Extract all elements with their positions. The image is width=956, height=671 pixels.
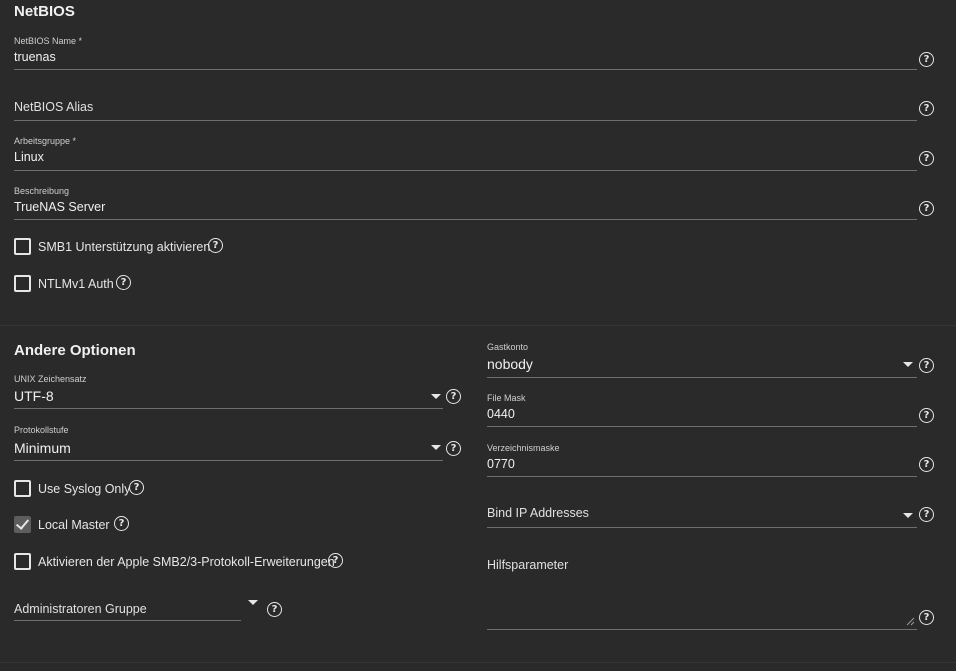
help-circle-icon[interactable]: ?	[919, 358, 934, 373]
guest-account-select[interactable]: nobody	[487, 356, 533, 372]
filemask-label: File Mask	[487, 393, 526, 403]
help-circle-icon[interactable]: ?	[446, 389, 461, 404]
help-circle-icon[interactable]: ?	[919, 201, 934, 216]
charset-select[interactable]: UTF-8	[14, 388, 54, 404]
dropdown-arrow-icon[interactable]	[248, 600, 258, 605]
help-circle-icon[interactable]: ?	[919, 52, 934, 67]
netbios-alias-underline	[14, 120, 917, 121]
netbios-name-label: NetBIOS Name *	[14, 36, 83, 46]
admin-group-underline	[14, 620, 241, 621]
help-circle-icon[interactable]: ?	[919, 101, 934, 116]
guest-account-label: Gastkonto	[487, 342, 529, 352]
dropdown-arrow-icon[interactable]	[431, 445, 441, 450]
localmaster-checkbox[interactable]	[14, 516, 31, 533]
help-circle-icon[interactable]: ?	[919, 610, 934, 625]
guest-account-underline	[487, 377, 917, 378]
dirmask-label: Verzeichnismaske	[487, 443, 560, 453]
description-input[interactable]: TrueNAS Server	[14, 200, 105, 214]
charset-label: UNIX Zeichensatz	[14, 374, 87, 384]
dirmask-input[interactable]: 0770	[487, 457, 515, 471]
description-underline	[14, 219, 917, 220]
help-circle-icon[interactable]: ?	[919, 151, 934, 166]
smb1-checkbox[interactable]	[14, 238, 31, 255]
netbios-alias-input[interactable]: NetBIOS Alias	[14, 100, 93, 114]
workgroup-underline	[14, 170, 917, 171]
help-circle-icon[interactable]: ?	[114, 516, 129, 531]
bind-ip-select[interactable]: Bind IP Addresses	[487, 506, 589, 520]
workgroup-label: Arbeitsgruppe *	[14, 136, 77, 146]
help-circle-icon[interactable]: ?	[919, 408, 934, 423]
netbios-name-input[interactable]: truenas	[14, 50, 56, 64]
admin-group-input[interactable]: Administratoren Gruppe	[14, 602, 147, 616]
resize-handle-icon[interactable]	[906, 617, 915, 626]
help-circle-icon[interactable]: ?	[919, 457, 934, 472]
charset-underline	[14, 408, 443, 409]
help-circle-icon[interactable]: ?	[446, 441, 461, 456]
netbios-name-underline	[14, 69, 917, 70]
filemask-underline	[487, 426, 917, 427]
loglevel-label: Protokollstufe	[14, 425, 69, 435]
help-circle-icon[interactable]: ?	[919, 507, 934, 522]
help-circle-icon[interactable]: ?	[267, 602, 282, 617]
aux-params-underline	[487, 629, 917, 630]
help-circle-icon[interactable]: ?	[129, 480, 144, 495]
dropdown-arrow-icon[interactable]	[903, 362, 913, 367]
apple-extensions-label: Aktivieren der Apple SMB2/3-Protokoll-Er…	[38, 555, 335, 569]
ntlmv1-checkbox[interactable]	[14, 275, 31, 292]
dropdown-arrow-icon[interactable]	[431, 394, 441, 399]
section-divider	[0, 325, 956, 326]
filemask-input[interactable]: 0440	[487, 407, 515, 421]
dirmask-underline	[487, 476, 917, 477]
netbios-section-title: NetBIOS	[14, 3, 75, 20]
loglevel-select[interactable]: Minimum	[14, 440, 71, 456]
syslog-label: Use Syslog Only	[38, 482, 131, 496]
aux-params-textarea[interactable]: Hilfsparameter	[487, 558, 568, 572]
apple-extensions-checkbox[interactable]	[14, 553, 31, 570]
checkmark-icon	[15, 516, 30, 530]
bind-ip-underline	[487, 527, 917, 528]
help-circle-icon[interactable]: ?	[208, 238, 223, 253]
smb1-label: SMB1 Unterstützung aktivieren	[38, 240, 211, 254]
dropdown-arrow-icon[interactable]	[903, 513, 913, 518]
description-label: Beschreibung	[14, 186, 70, 196]
help-circle-icon[interactable]: ?	[328, 553, 343, 568]
other-options-section-title: Andere Optionen	[14, 342, 136, 359]
workgroup-input[interactable]: Linux	[14, 150, 44, 164]
syslog-checkbox[interactable]	[14, 480, 31, 497]
help-circle-icon[interactable]: ?	[116, 275, 131, 290]
localmaster-label: Local Master	[38, 518, 110, 532]
ntlmv1-label: NTLMv1 Auth	[38, 277, 114, 291]
loglevel-underline	[14, 460, 443, 461]
bottom-divider	[0, 662, 956, 663]
